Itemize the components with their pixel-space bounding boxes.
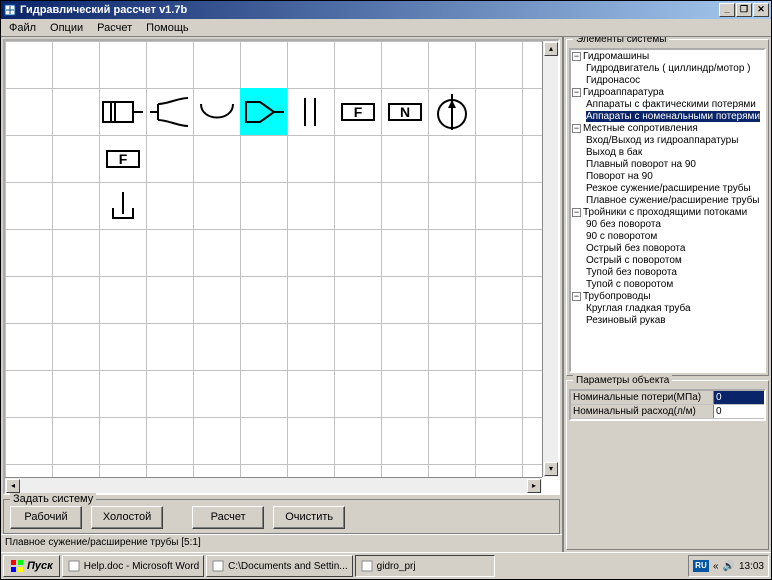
- symbol-tank-outlet[interactable]: [99, 182, 146, 229]
- minimize-button[interactable]: _: [719, 3, 735, 17]
- symbol-smooth-turn-selected[interactable]: [240, 88, 287, 135]
- set-system-panel: Задать систему Рабочий Холостой Расчет О…: [3, 499, 560, 534]
- taskbar: Пуск Help.doc - Microsoft WordC:\Documen…: [1, 552, 771, 579]
- clear-button[interactable]: Очистить: [273, 506, 345, 529]
- scroll-down-icon[interactable]: ▾: [544, 462, 558, 476]
- param-name: Номинальный расход(л/м): [571, 405, 714, 418]
- tree-leaf[interactable]: Плавный поворот на 90: [586, 159, 696, 170]
- maximize-button[interactable]: ❐: [736, 3, 752, 17]
- menubar: Файл Опции Расчет Помощь: [1, 19, 771, 37]
- tree-leaf[interactable]: Резиновый рукав: [586, 315, 666, 326]
- start-button[interactable]: Пуск: [3, 555, 60, 577]
- tray-icon[interactable]: «: [713, 561, 719, 572]
- symbol-n-box[interactable]: N: [381, 88, 428, 135]
- elements-legend: Элементы системы: [573, 37, 669, 45]
- calculate-button[interactable]: Расчет: [192, 506, 264, 529]
- menu-file[interactable]: Файл: [3, 21, 42, 35]
- tree-node[interactable]: Местные сопротивления: [583, 123, 698, 134]
- menu-calc[interactable]: Расчет: [91, 21, 138, 35]
- language-indicator[interactable]: RU: [693, 560, 709, 572]
- app-icon: [211, 559, 225, 573]
- tree-leaf[interactable]: Круглая гладкая труба: [586, 303, 691, 314]
- tree-leaf[interactable]: Поворот на 90: [586, 171, 653, 182]
- param-value[interactable]: 0: [714, 391, 764, 404]
- svg-text:N: N: [399, 104, 409, 120]
- windows-icon: [10, 559, 24, 573]
- tree-node[interactable]: Тройники с проходящими потоками: [583, 207, 747, 218]
- vertical-scrollbar[interactable]: ▴ ▾: [542, 41, 558, 477]
- app-icon: [360, 559, 374, 573]
- tree-node[interactable]: Гидроаппаратура: [583, 87, 664, 98]
- symbol-cylinder[interactable]: [99, 88, 146, 135]
- set-system-legend: Задать систему: [10, 493, 96, 505]
- elements-tree[interactable]: −ГидромашиныГидродвигатель ( циллиндр/мо…: [569, 48, 766, 373]
- svg-text:F: F: [118, 151, 127, 167]
- params-panel: Параметры объекта Номинальные потери(МПа…: [566, 380, 769, 550]
- tree-leaf[interactable]: Тупой без поворота: [586, 267, 677, 278]
- tree-expand-icon[interactable]: −: [572, 124, 581, 133]
- taskbar-item[interactable]: gidro_prj: [355, 555, 495, 577]
- tree-leaf[interactable]: Аппараты с номенальными потерями: [586, 111, 760, 122]
- param-value[interactable]: 0: [714, 405, 764, 418]
- tree-leaf[interactable]: 90 без поворота: [586, 219, 661, 230]
- symbol-f-box[interactable]: F: [334, 88, 381, 135]
- horizontal-scrollbar[interactable]: ◂ ▸: [5, 477, 542, 493]
- scroll-left-icon[interactable]: ◂: [6, 479, 20, 493]
- svg-text:F: F: [353, 104, 362, 120]
- elements-panel: Элементы системы −ГидромашиныГидродвигат…: [566, 39, 769, 376]
- tree-expand-icon[interactable]: −: [572, 88, 581, 97]
- scroll-right-icon[interactable]: ▸: [527, 479, 541, 493]
- symbol-inlet[interactable]: [146, 88, 193, 135]
- tree-leaf[interactable]: Плавное сужение/расширение трубы: [586, 195, 760, 206]
- status-bar: Плавное сужение/расширение трубы [5:1]: [1, 534, 562, 552]
- scroll-up-icon[interactable]: ▴: [544, 42, 558, 56]
- tree-leaf[interactable]: Выход в бак: [586, 147, 642, 158]
- tree-expand-icon[interactable]: −: [572, 208, 581, 217]
- params-table[interactable]: Номинальные потери(МПа)0Номинальный расх…: [569, 389, 766, 421]
- params-legend: Параметры объекта: [573, 375, 672, 386]
- tree-expand-icon[interactable]: −: [572, 292, 581, 301]
- start-label: Пуск: [27, 560, 53, 572]
- taskbar-item[interactable]: Help.doc - Microsoft Word: [62, 555, 204, 577]
- operating-button[interactable]: Рабочий: [10, 506, 82, 529]
- tree-leaf[interactable]: Острый без поворота: [586, 243, 685, 254]
- symbol-tank[interactable]: [193, 88, 240, 135]
- tree-leaf[interactable]: Острый с поворотом: [586, 255, 682, 266]
- param-name: Номинальные потери(МПа): [571, 391, 714, 404]
- app-icon: [3, 3, 17, 17]
- clock: 13:03: [739, 561, 764, 572]
- tree-node[interactable]: Трубопроводы: [583, 291, 651, 302]
- taskbar-item[interactable]: C:\Documents and Settin...: [206, 555, 353, 577]
- system-tray[interactable]: RU « 🔊 13:03: [688, 555, 769, 577]
- tray-volume-icon[interactable]: 🔊: [723, 561, 735, 572]
- symbol-f-box-2[interactable]: F: [99, 135, 146, 182]
- menu-options[interactable]: Опции: [44, 21, 89, 35]
- tree-leaf[interactable]: Аппараты с фактическими потерями: [586, 99, 756, 110]
- tree-leaf[interactable]: Вход/Выход из гидроаппаратуры: [586, 135, 738, 146]
- tree-node[interactable]: Гидромашины: [583, 51, 649, 62]
- menu-help[interactable]: Помощь: [140, 21, 195, 35]
- idle-button[interactable]: Холостой: [91, 506, 163, 529]
- app-icon: [67, 559, 81, 573]
- tree-leaf[interactable]: 90 с поворотом: [586, 231, 657, 242]
- tree-leaf[interactable]: Гидродвигатель ( циллиндр/мотор ): [586, 63, 751, 74]
- symbol-pump[interactable]: [428, 88, 475, 135]
- symbol-parallel[interactable]: [287, 88, 334, 135]
- tree-expand-icon[interactable]: −: [572, 52, 581, 61]
- tree-leaf[interactable]: Тупой с поворотом: [586, 279, 673, 290]
- canvas[interactable]: F N F ▴ ▾: [3, 39, 560, 495]
- titlebar: Гидравлический рассчет v1.7b _ ❐ ✕: [1, 1, 771, 19]
- tree-leaf[interactable]: Резкое сужение/расширение трубы: [586, 183, 751, 194]
- tree-leaf[interactable]: Гидронасос: [586, 75, 640, 86]
- close-button[interactable]: ✕: [753, 3, 769, 17]
- window-title: Гидравлический рассчет v1.7b: [20, 4, 719, 16]
